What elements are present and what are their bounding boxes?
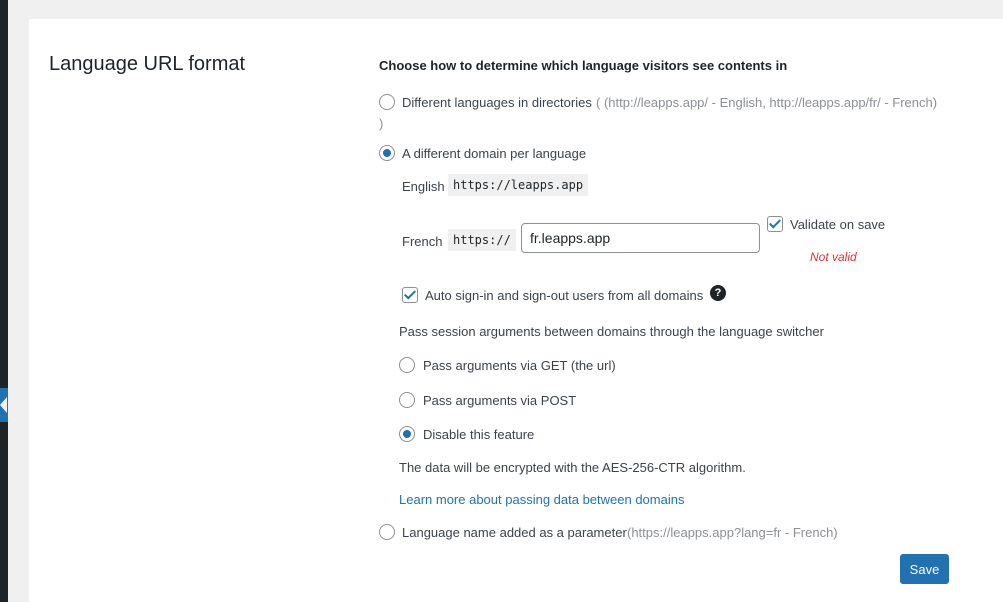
session-disable-label: Disable this feature <box>423 427 535 442</box>
radio-domains[interactable] <box>379 145 395 161</box>
session-description: Pass session arguments between domains t… <box>399 324 824 339</box>
english-label: English <box>402 179 445 194</box>
admin-sidebar-edge <box>0 0 8 602</box>
radio-session-disable[interactable] <box>399 426 415 442</box>
option-directories-hint: ( (http://leapps.app/ - English, http://… <box>596 95 938 110</box>
french-domain-input[interactable] <box>521 223 760 253</box>
validate-on-save-checkbox[interactable] <box>767 216 783 232</box>
section-heading: Choose how to determine which language v… <box>379 58 788 73</box>
option-domains-label: A different domain per language <box>402 146 587 161</box>
encryption-note: The data will be encrypted with the AES-… <box>399 460 746 475</box>
section-title: Language URL format <box>49 53 246 75</box>
option-directories-hint-end: ) <box>379 116 384 131</box>
validate-on-save-label: Validate on save <box>790 217 886 232</box>
session-post-label: Pass arguments via POST <box>423 393 577 408</box>
radio-directories[interactable] <box>379 94 395 110</box>
radio-session-post[interactable] <box>399 392 415 408</box>
learn-more-link[interactable]: Learn more about passing data between do… <box>399 492 684 507</box>
french-url-prefix: https:// <box>448 229 516 251</box>
option-parameter-hint: (https://leapps.app?lang=fr - French) <box>627 525 838 540</box>
option-parameter-label: Language name added as a parameter <box>402 525 627 540</box>
option-directories-label: Different languages in directories <box>402 95 592 110</box>
auto-sign-checkbox[interactable] <box>402 287 418 303</box>
auto-sign-label: Auto sign-in and sign-out users from all… <box>425 288 704 303</box>
session-get-label: Pass arguments via GET (the url) <box>423 358 616 373</box>
save-button[interactable]: Save <box>900 554 949 584</box>
radio-session-get[interactable] <box>399 357 415 373</box>
help-icon[interactable]: ? <box>710 285 726 301</box>
english-url: https://leapps.app <box>448 174 589 196</box>
collapse-menu-arrow-icon[interactable] <box>0 388 8 422</box>
french-label: French <box>402 234 443 249</box>
radio-parameter[interactable] <box>379 524 395 540</box>
validation-error: Not valid <box>810 250 857 264</box>
